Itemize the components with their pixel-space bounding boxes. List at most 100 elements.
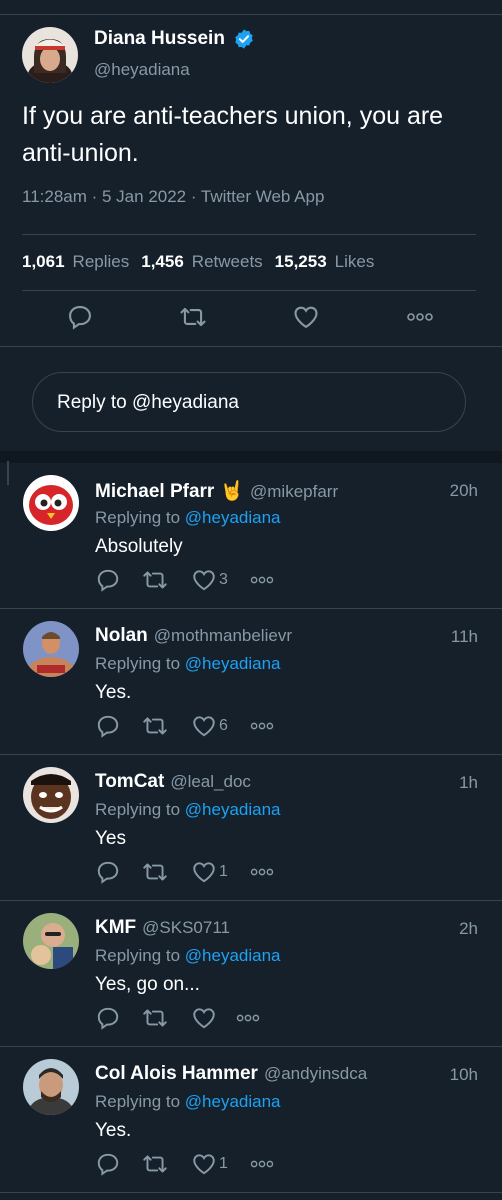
heart-icon xyxy=(193,1154,215,1175)
retweets-label: Retweets xyxy=(191,252,263,271)
retweets-stat[interactable]: 1,456 Retweets xyxy=(141,252,262,272)
reply-header: TomCat @leal_doc xyxy=(95,771,251,793)
reply-icon xyxy=(97,569,119,592)
reply-like-button[interactable]: 3 xyxy=(191,567,228,593)
reply-time[interactable]: 20h xyxy=(450,481,478,501)
reply-reply-button[interactable] xyxy=(95,567,121,593)
reply-text: Absolutely xyxy=(95,536,183,557)
reply-author-name[interactable]: Michael Pfarr xyxy=(95,481,214,503)
reply-author-handle[interactable]: @mikepfarr xyxy=(250,482,338,502)
reply-time[interactable]: 10h xyxy=(450,1065,478,1085)
reply-more-button[interactable] xyxy=(249,719,275,733)
replies-stat[interactable]: 1,061 Replies xyxy=(22,252,129,272)
likes-stat[interactable]: 15,253 Likes xyxy=(275,252,375,272)
retweet-button[interactable] xyxy=(178,303,208,331)
like-button[interactable] xyxy=(292,303,320,331)
replying-to: Replying to @heyadiana xyxy=(95,946,281,966)
reply-more-button[interactable] xyxy=(249,1157,275,1171)
more-icon xyxy=(250,1160,274,1168)
tweet-thread-page: Diana Hussein @heyadiana If you are anti… xyxy=(0,0,502,1200)
reply-header: Michael Pfarr 🤘 @mikepfarr xyxy=(95,479,338,503)
reply-text: Yes. xyxy=(95,682,132,703)
reply-retweet-button[interactable] xyxy=(141,859,169,885)
reply-tweet[interactable]: Nolan @mothmanbelievr 11h Replying to @h… xyxy=(0,609,502,755)
reply-like-count: 1 xyxy=(219,863,228,880)
reply-like-count: 3 xyxy=(219,571,228,588)
reply-button[interactable] xyxy=(66,303,94,331)
replying-to-link[interactable]: @heyadiana xyxy=(185,508,281,527)
reply-avatar[interactable] xyxy=(23,621,79,677)
replying-to: Replying to @heyadiana xyxy=(95,800,281,820)
reply-reply-button[interactable] xyxy=(95,859,121,885)
heart-icon xyxy=(193,570,215,591)
reply-author-handle[interactable]: @SKS0711 xyxy=(142,918,230,938)
replying-to-label: Replying to xyxy=(95,1092,181,1111)
retweet-icon xyxy=(143,717,167,735)
author-name-text: Diana Hussein xyxy=(94,28,225,49)
reply-avatar[interactable] xyxy=(23,1059,79,1115)
heart-icon xyxy=(193,1008,215,1029)
more-options-button[interactable] xyxy=(406,309,434,325)
reply-tweet[interactable]: KMF @SKS0711 2h Replying to @heyadiana Y… xyxy=(0,901,502,1047)
heart-icon xyxy=(294,306,318,329)
author-name[interactable]: Diana Hussein xyxy=(94,28,255,50)
author-handle[interactable]: @heyadiana xyxy=(94,60,190,80)
reply-tweet[interactable]: TomCat @leal_doc 1h Replying to @heyadia… xyxy=(0,755,502,901)
reply-author-handle[interactable]: @andyinsdca xyxy=(264,1064,367,1084)
retweet-icon xyxy=(143,571,167,589)
reply-reply-button[interactable] xyxy=(95,713,121,739)
reply-icon xyxy=(97,715,119,738)
reply-more-button[interactable] xyxy=(235,1011,261,1025)
reply-avatar[interactable] xyxy=(23,913,79,969)
reply-more-button[interactable] xyxy=(249,865,275,879)
reply-author-name[interactable]: KMF xyxy=(95,917,136,939)
tweet-text: If you are anti-teachers union, you are … xyxy=(22,102,444,167)
actions-divider xyxy=(0,346,502,347)
reply-retweet-button[interactable] xyxy=(141,713,169,739)
reply-compose-input[interactable]: Reply to @heyadiana xyxy=(32,372,466,432)
reply-author-name[interactable]: Nolan xyxy=(95,625,148,647)
replying-to-link[interactable]: @heyadiana xyxy=(185,654,281,673)
reply-time[interactable]: 1h xyxy=(459,773,478,793)
replying-to-label: Replying to xyxy=(95,946,181,965)
reply-avatar[interactable] xyxy=(23,475,79,531)
likes-count: 15,253 xyxy=(274,252,327,271)
reply-reply-button[interactable] xyxy=(95,1151,121,1177)
reply-retweet-button[interactable] xyxy=(141,1005,169,1031)
reply-text: Yes xyxy=(95,828,126,849)
reply-tweet[interactable]: Michael Pfarr 🤘 @mikepfarr 20h Replying … xyxy=(0,463,502,609)
reply-compose-placeholder: Reply to @heyadiana xyxy=(57,392,239,413)
author-avatar[interactable] xyxy=(22,27,78,83)
replying-to-link[interactable]: @heyadiana xyxy=(185,800,281,819)
reply-icon xyxy=(97,1153,119,1176)
reply-time[interactable]: 11h xyxy=(451,627,478,647)
stats-bottom-divider xyxy=(22,290,476,291)
reply-tweet[interactable]: Col Alois Hammer @andyinsdca 10h Replyin… xyxy=(0,1047,502,1193)
reply-actions xyxy=(95,1005,395,1033)
tweet-timestamp[interactable]: 11:28am · 5 Jan 2022 · Twitter Web App xyxy=(22,187,324,207)
replies-label: Replies xyxy=(72,252,130,271)
section-divider xyxy=(0,451,502,463)
reply-author-emoji: 🤘 xyxy=(220,481,244,502)
reply-retweet-button[interactable] xyxy=(141,567,169,593)
reply-author-handle[interactable]: @leal_doc xyxy=(170,772,251,792)
replying-to-link[interactable]: @heyadiana xyxy=(185,1092,281,1111)
reply-retweet-button[interactable] xyxy=(141,1151,169,1177)
replying-to-label: Replying to xyxy=(95,654,181,673)
reply-time[interactable]: 2h xyxy=(459,919,478,939)
reply-author-name[interactable]: Col Alois Hammer xyxy=(95,1063,258,1085)
reply-avatar[interactable] xyxy=(23,767,79,823)
retweet-icon xyxy=(143,863,167,881)
reply-like-button[interactable] xyxy=(191,1005,219,1031)
tweet-stats: 1,061 Replies 1,456 Retweets 15,253 Likes xyxy=(22,252,386,272)
reply-author-handle[interactable]: @mothmanbelievr xyxy=(154,626,292,646)
more-icon xyxy=(250,868,274,876)
reply-reply-button[interactable] xyxy=(95,1005,121,1031)
reply-like-button[interactable]: 1 xyxy=(191,859,228,885)
reply-divider xyxy=(0,1192,502,1193)
reply-like-button[interactable]: 1 xyxy=(191,1151,228,1177)
reply-more-button[interactable] xyxy=(249,573,275,587)
replying-to-link[interactable]: @heyadiana xyxy=(185,946,281,965)
reply-author-name[interactable]: TomCat xyxy=(95,771,164,793)
reply-like-button[interactable]: 6 xyxy=(191,713,228,739)
